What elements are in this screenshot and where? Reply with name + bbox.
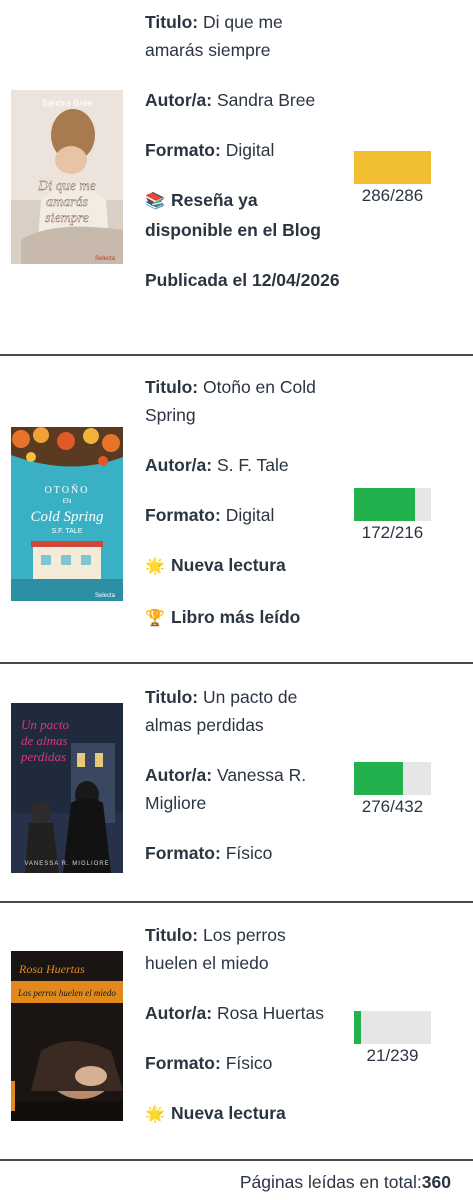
svg-text:amarás: amarás [46, 195, 89, 210]
sparkle-icon: 🌟 [145, 1106, 165, 1123]
title-label: Titulo: [145, 377, 199, 397]
svg-text:Di que me: Di que me [37, 179, 96, 194]
total-pages-summary: Páginas leídas en total:360 [240, 1172, 451, 1193]
svg-text:perdidas: perdidas [20, 749, 66, 764]
svg-text:EN: EN [63, 499, 71, 505]
book-format: Digital [225, 505, 275, 525]
book-format: Físico [225, 843, 273, 863]
reading-progress: 172/216 [354, 488, 431, 543]
trophy-icon: 🏆 [145, 610, 165, 627]
book-cover-3[interactable]: Un pacto de almas perdidas VANESSA R. MI… [11, 703, 123, 873]
progress-bar [354, 1011, 431, 1044]
svg-text:VANESSA R. MIGLIORE: VANESSA R. MIGLIORE [24, 861, 109, 867]
author-label: Autor/a: [145, 455, 213, 475]
progress-fill [354, 488, 416, 521]
book-author: Rosa Huertas [216, 1003, 324, 1023]
most-read-badge[interactable]: 🏆 Libro más leído [145, 603, 340, 633]
title-label: Titulo: [145, 12, 199, 32]
total-pages-value: 360 [421, 1172, 451, 1192]
svg-text:Cold Spring: Cold Spring [31, 509, 104, 525]
entry-divider [0, 662, 473, 664]
progress-pages: 276/432 [361, 797, 424, 816]
cover-image: Rosa Huertas Los perros huelen el miedo [11, 951, 123, 1121]
progress-bar [354, 151, 431, 184]
progress-fill [354, 762, 404, 795]
progress-fill [354, 1011, 361, 1044]
format-label: Formato: [145, 140, 221, 160]
svg-text:de almas: de almas [21, 733, 68, 748]
format-label: Formato: [145, 843, 221, 863]
reading-progress: 21/239 [354, 1011, 431, 1066]
reading-progress: 286/286 [354, 151, 431, 206]
svg-text:Los perros huelen el miedo: Los perros huelen el miedo [17, 988, 116, 998]
book-format: Físico [225, 1053, 273, 1073]
books-icon: 📚 [145, 193, 165, 210]
published-date: Publicada el 12/04/2026 [145, 270, 340, 290]
progress-pages: 21/239 [366, 1046, 419, 1065]
cover-author-text: Sandra Bree [42, 98, 93, 108]
total-pages-label: Páginas leídas en total: [239, 1172, 422, 1192]
author-label: Autor/a: [145, 765, 213, 785]
book-author: S. F. Tale [216, 455, 289, 475]
svg-text:S.F. TALE: S.F. TALE [52, 528, 83, 535]
book-author: Sandra Bree [216, 90, 316, 110]
progress-bar [354, 488, 431, 521]
book-info: Titulo: Los perros huelen el miedo Autor… [145, 921, 340, 1129]
svg-text:Rosa Huertas: Rosa Huertas [18, 962, 85, 976]
progress-pages: 286/286 [361, 186, 424, 205]
cover-image: Sandra Bree Di que me amarás siempre Sel… [11, 90, 123, 264]
book-info: Titulo: Di que me amarás siempre Autor/a… [145, 8, 340, 294]
book-cover-2[interactable]: OTOÑO EN Cold Spring S.F. TALE Selecta [11, 427, 123, 601]
sparkle-icon: 🌟 [145, 558, 165, 575]
book-cover-4[interactable]: Rosa Huertas Los perros huelen el miedo [11, 951, 123, 1121]
progress-fill [354, 151, 431, 184]
svg-text:siempre: siempre [45, 211, 89, 226]
entry-divider [0, 901, 473, 903]
entry-divider [0, 1159, 473, 1161]
book-info: Titulo: Un pacto de almas perdidas Autor… [145, 683, 340, 867]
svg-text:Un pacto: Un pacto [21, 717, 70, 732]
review-badge[interactable]: 📚 Reseña ya disponible en el Blog [145, 186, 340, 244]
book-cover-1[interactable]: Sandra Bree Di que me amarás siempre Sel… [11, 90, 123, 264]
format-label: Formato: [145, 505, 221, 525]
progress-pages: 172/216 [361, 523, 424, 542]
title-label: Titulo: [145, 687, 199, 707]
book-format: Digital [225, 140, 275, 160]
new-reading-badge[interactable]: 🌟 Nueva lectura [145, 1099, 340, 1129]
svg-text:Selecta: Selecta [95, 256, 116, 262]
entry-divider [0, 354, 473, 356]
author-label: Autor/a: [145, 1003, 213, 1023]
svg-text:OTOÑO: OTOÑO [45, 484, 90, 496]
title-label: Titulo: [145, 925, 199, 945]
format-label: Formato: [145, 1053, 221, 1073]
book-info: Titulo: Otoño en Cold Spring Autor/a: S.… [145, 373, 340, 633]
svg-text:Selecta: Selecta [95, 593, 116, 599]
cover-image: OTOÑO EN Cold Spring S.F. TALE Selecta [11, 427, 123, 601]
cover-image: Un pacto de almas perdidas VANESSA R. MI… [11, 703, 123, 873]
author-label: Autor/a: [145, 90, 213, 110]
reading-progress: 276/432 [354, 762, 431, 817]
progress-bar [354, 762, 431, 795]
new-reading-badge[interactable]: 🌟 Nueva lectura [145, 551, 340, 581]
